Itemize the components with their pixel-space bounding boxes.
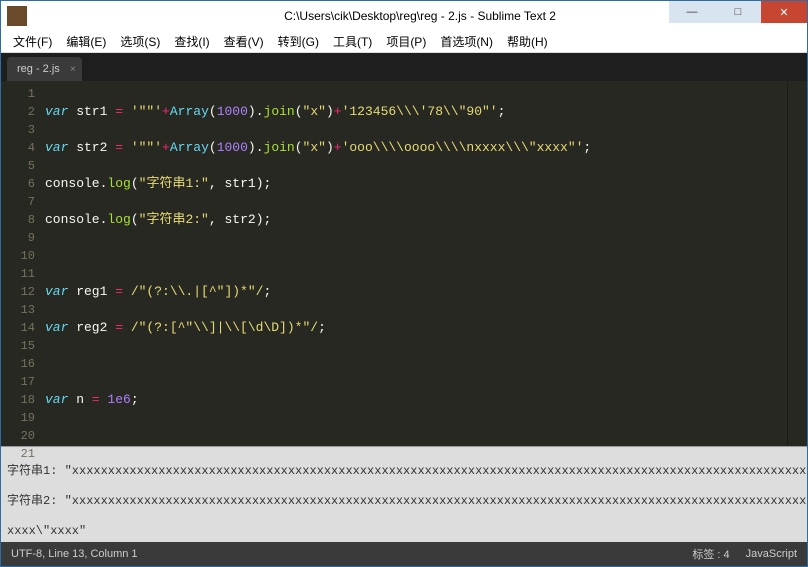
close-button[interactable]: ✕	[761, 1, 807, 23]
gutter-line: 19	[1, 409, 35, 427]
gutter-line: 10	[1, 247, 35, 265]
gutter-line: 13	[1, 301, 35, 319]
statusbar: UTF-8, Line 13, Column 1 标签 : 4 JavaScri…	[1, 542, 807, 566]
menu-file[interactable]: 文件(F)	[7, 33, 58, 50]
gutter-line: 18	[1, 391, 35, 409]
menu-preferences[interactable]: 首选项(N)	[434, 33, 499, 50]
gutter-line: 14	[1, 319, 35, 337]
output-line: 字符串1: "xxxxxxxxxxxxxxxxxxxxxxxxxxxxxxxxx…	[7, 464, 801, 479]
minimize-button[interactable]: —	[669, 1, 715, 23]
gutter-line: 12	[1, 283, 35, 301]
line-gutter: 1 2 3 4 5 6 7 8 9 10 11 12 13 14 15 16 1…	[1, 81, 41, 446]
status-encoding-pos[interactable]: UTF-8, Line 13, Column 1	[11, 548, 676, 560]
minimap[interactable]	[787, 81, 807, 446]
app-window: C:\Users\cik\Desktop\reg\reg - 2.js - Su…	[0, 0, 808, 567]
tab-close-icon[interactable]: ×	[70, 64, 76, 75]
gutter-line: 15	[1, 337, 35, 355]
menu-find[interactable]: 查找(I)	[168, 33, 215, 50]
gutter-line: 21	[1, 445, 35, 463]
gutter-line: 4	[1, 139, 35, 157]
gutter-line: 7	[1, 193, 35, 211]
gutter-line: 1	[1, 85, 35, 103]
output-line: xxxx\"xxxx"	[7, 524, 801, 539]
status-indent[interactable]: 标签 : 4	[692, 546, 729, 562]
gutter-line: 3	[1, 121, 35, 139]
editor-area[interactable]: 1 2 3 4 5 6 7 8 9 10 11 12 13 14 15 16 1…	[1, 81, 807, 446]
menu-goto[interactable]: 转到(G)	[272, 33, 325, 50]
tab-label: reg - 2.js	[17, 63, 60, 75]
output-line: 字符串2: "xxxxxxxxxxxxxxxxxxxxxxxxxxxxxxxxx…	[7, 494, 801, 509]
menu-tools[interactable]: 工具(T)	[327, 33, 378, 50]
gutter-line: 6	[1, 175, 35, 193]
titlebar[interactable]: C:\Users\cik\Desktop\reg\reg - 2.js - Su…	[1, 1, 807, 31]
file-tab[interactable]: reg - 2.js ×	[7, 57, 82, 81]
menu-selection[interactable]: 选项(S)	[114, 33, 166, 50]
menubar: 文件(F) 编辑(E) 选项(S) 查找(I) 查看(V) 转到(G) 工具(T…	[1, 31, 807, 53]
gutter-line: 5	[1, 157, 35, 175]
menu-help[interactable]: 帮助(H)	[501, 33, 554, 50]
gutter-line: 16	[1, 355, 35, 373]
window-controls: — □ ✕	[669, 1, 807, 23]
editor-shell: reg - 2.js × 1 2 3 4 5 6 7 8 9 10 11 12 …	[1, 53, 807, 566]
code-content[interactable]: var str1 = '""'+Array(1000).join("x")+'1…	[41, 81, 787, 446]
menu-project[interactable]: 项目(P)	[380, 33, 432, 50]
gutter-line: 9	[1, 229, 35, 247]
build-output[interactable]: 字符串1: "xxxxxxxxxxxxxxxxxxxxxxxxxxxxxxxxx…	[1, 446, 807, 542]
status-syntax[interactable]: JavaScript	[746, 548, 797, 560]
menu-edit[interactable]: 编辑(E)	[60, 33, 112, 50]
gutter-line: 8	[1, 211, 35, 229]
tabstrip: reg - 2.js ×	[1, 53, 807, 81]
gutter-line: 20	[1, 427, 35, 445]
maximize-button[interactable]: □	[715, 1, 761, 23]
gutter-line: 17	[1, 373, 35, 391]
gutter-line: 2	[1, 103, 35, 121]
gutter-line: 11	[1, 265, 35, 283]
menu-view[interactable]: 查看(V)	[218, 33, 270, 50]
app-icon	[7, 6, 27, 26]
